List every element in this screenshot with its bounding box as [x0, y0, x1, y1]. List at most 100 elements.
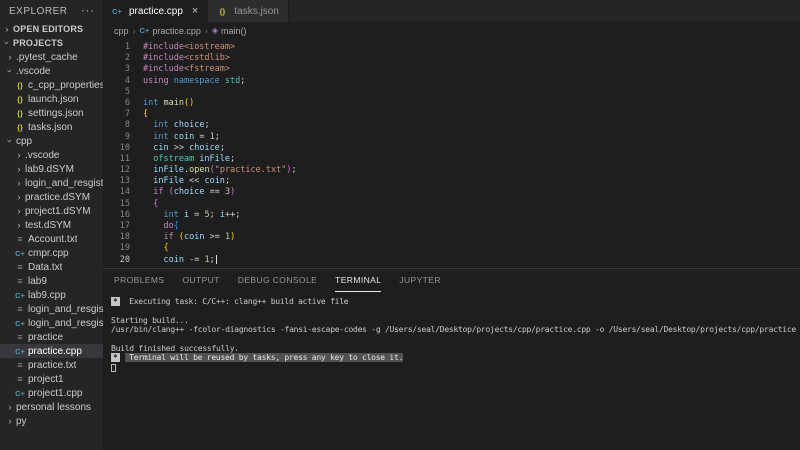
section-open-editors[interactable]: › OPEN EDITORS — [0, 22, 103, 36]
code-line-19[interactable]: 19 { — [103, 243, 800, 254]
code-line-13[interactable]: 13 inFile << coin; — [103, 176, 800, 187]
code-line-8[interactable]: 8 int choice; — [103, 120, 800, 131]
line-number[interactable]: 1 — [103, 42, 130, 53]
tree-item-label: Account.txt — [28, 234, 77, 245]
tree-item-practice-cpp[interactable]: C+practice.cpp — [0, 344, 103, 358]
tree-item--vscode[interactable]: ›.vscode — [0, 64, 103, 78]
tree-item-login-and-resgista-[interactable]: ›login_and_resgista... — [0, 176, 103, 190]
line-number[interactable]: 10 — [103, 143, 130, 154]
panel-tab-jupyter[interactable]: JUPYTER — [399, 269, 441, 292]
tree-item-py[interactable]: ›py — [0, 414, 103, 428]
tree-item-account-txt[interactable]: ≡Account.txt — [0, 232, 103, 246]
tree-item-test-dsym[interactable]: ›test.dSYM — [0, 218, 103, 232]
tree-item-project1-dsym[interactable]: ›project1.dSYM — [0, 204, 103, 218]
code-line-9[interactable]: 9 int coin = 1; — [103, 132, 800, 143]
code-line-14[interactable]: 14 if (choice == 3) — [103, 187, 800, 198]
code-token — [143, 165, 153, 175]
terminal-line — [111, 335, 800, 344]
breadcrumb-item-main-[interactable]: ◈main() — [212, 26, 247, 36]
line-number[interactable]: 16 — [103, 210, 130, 221]
code-token: choice — [174, 187, 205, 197]
close-icon[interactable]: × — [192, 5, 198, 17]
tree-item-project1[interactable]: ≡project1 — [0, 372, 103, 386]
line-number[interactable]: 15 — [103, 199, 130, 210]
tree-item-lab9[interactable]: ≡lab9 — [0, 274, 103, 288]
tree-item-cmpr-cpp[interactable]: C+cmpr.cpp — [0, 246, 103, 260]
terminal-line: Starting build... — [111, 316, 800, 325]
code-line-20[interactable]: 20 coin -= 1; — [103, 255, 800, 266]
breadcrumb-separator: › — [133, 26, 136, 36]
code-line-2[interactable]: 2#include<cstdlib> — [103, 53, 800, 64]
panel-tab-terminal[interactable]: TERMINAL — [335, 269, 381, 292]
panel-tab-problems[interactable]: PROBLEMS — [114, 269, 164, 292]
line-number[interactable]: 13 — [103, 176, 130, 187]
line-number[interactable]: 12 — [103, 165, 130, 176]
line-number[interactable]: 7 — [103, 109, 130, 120]
line-number[interactable]: 18 — [103, 232, 130, 243]
chevron-right-icon: › — [15, 178, 23, 188]
tree-item-personal-lessons[interactable]: ›personal lessons — [0, 400, 103, 414]
code-token: "practice.txt" — [215, 165, 287, 175]
tree-item-practice[interactable]: ≡practice — [0, 330, 103, 344]
code-token — [143, 143, 153, 153]
line-number[interactable]: 19 — [103, 243, 130, 254]
line-number[interactable]: 8 — [103, 120, 130, 131]
cpp-file-icon: C+ — [15, 291, 25, 300]
line-number[interactable]: 6 — [103, 98, 130, 109]
tree-item-label: login_and_resgista... — [28, 304, 103, 315]
tree-item-tasks-json[interactable]: {}tasks.json — [0, 120, 103, 134]
tree-item--pytest-cache[interactable]: ›.pytest_cache — [0, 50, 103, 64]
tree-item-practice-dsym[interactable]: ›practice.dSYM — [0, 190, 103, 204]
line-number[interactable]: 9 — [103, 132, 130, 143]
code-line-3[interactable]: 3#include<fstream> — [103, 64, 800, 75]
code-line-6[interactable]: 6int main() — [103, 98, 800, 109]
explorer-more-actions-icon[interactable]: ··· — [81, 5, 95, 17]
code-line-18[interactable]: 18 if (coin >= 1) — [103, 232, 800, 243]
code-line-15[interactable]: 15 { — [103, 199, 800, 210]
line-number[interactable]: 20 — [103, 255, 130, 266]
tree-item-login-and-resgista-[interactable]: ≡login_and_resgista... — [0, 302, 103, 316]
line-number[interactable]: 3 — [103, 64, 130, 75]
tree-item-launch-json[interactable]: {}launch.json — [0, 92, 103, 106]
code-line-12[interactable]: 12 inFile.open("practice.txt"); — [103, 165, 800, 176]
line-number[interactable]: 2 — [103, 53, 130, 64]
panel-tab-debug-console[interactable]: DEBUG CONSOLE — [238, 269, 317, 292]
terminal-line — [111, 306, 800, 315]
code-line-17[interactable]: 17 do{ — [103, 221, 800, 232]
tree-item-cpp[interactable]: ›cpp — [0, 134, 103, 148]
code-line-7[interactable]: 7{ — [103, 109, 800, 120]
tree-item-lab9-dsym[interactable]: ›lab9.dSYM — [0, 162, 103, 176]
line-number[interactable]: 5 — [103, 87, 130, 98]
code-line-11[interactable]: 11 ofstream inFile; — [103, 154, 800, 165]
line-number[interactable]: 14 — [103, 187, 130, 198]
code-editor[interactable]: 1#include<iostream>2#include<cstdlib>3#i… — [103, 39, 800, 268]
tree-item--vscode[interactable]: ›.vscode — [0, 148, 103, 162]
breadcrumb-item-practice-cpp[interactable]: C+practice.cpp — [140, 26, 201, 36]
tab-practice-cpp[interactable]: C+practice.cpp× — [103, 0, 208, 22]
line-number[interactable]: 4 — [103, 76, 130, 87]
tree-item-project1-cpp[interactable]: C+project1.cpp — [0, 386, 103, 400]
tree-item-login-and-resgista-[interactable]: C+login_and_resgista... — [0, 316, 103, 330]
code-line-16[interactable]: 16 int i = 5; i++; — [103, 210, 800, 221]
line-number[interactable]: 17 — [103, 221, 130, 232]
code-token: inFile — [199, 154, 230, 164]
code-line-5[interactable]: 5 — [103, 87, 800, 98]
line-number[interactable]: 11 — [103, 154, 130, 165]
code-line-10[interactable]: 10 cin >> choice; — [103, 143, 800, 154]
panel-tab-output[interactable]: OUTPUT — [182, 269, 219, 292]
plain-file-icon: ≡ — [15, 332, 25, 342]
tree-item-lab9-cpp[interactable]: C+lab9.cpp — [0, 288, 103, 302]
chevron-right-icon: › — [15, 192, 23, 202]
tree-item-label: cmpr.cpp — [28, 248, 69, 259]
terminal[interactable]: * Executing task: C/C++: clang++ build a… — [103, 292, 800, 450]
section-projects[interactable]: › PROJECTS — [0, 36, 103, 50]
tree-item-data-txt[interactable]: ≡Data.txt — [0, 260, 103, 274]
tree-item-practice-txt[interactable]: ≡practice.txt — [0, 358, 103, 372]
code-line-4[interactable]: 4using namespace std; — [103, 76, 800, 87]
breadcrumb-item-cpp[interactable]: cpp — [114, 26, 129, 36]
tree-item-c-cpp-properties-j-[interactable]: {}c_cpp_properties.j... — [0, 78, 103, 92]
tab-tasks-json[interactable]: {}tasks.json — [208, 0, 288, 22]
tree-item-settings-json[interactable]: {}settings.json — [0, 106, 103, 120]
code-line-1[interactable]: 1#include<iostream> — [103, 42, 800, 53]
code-token — [143, 199, 153, 209]
